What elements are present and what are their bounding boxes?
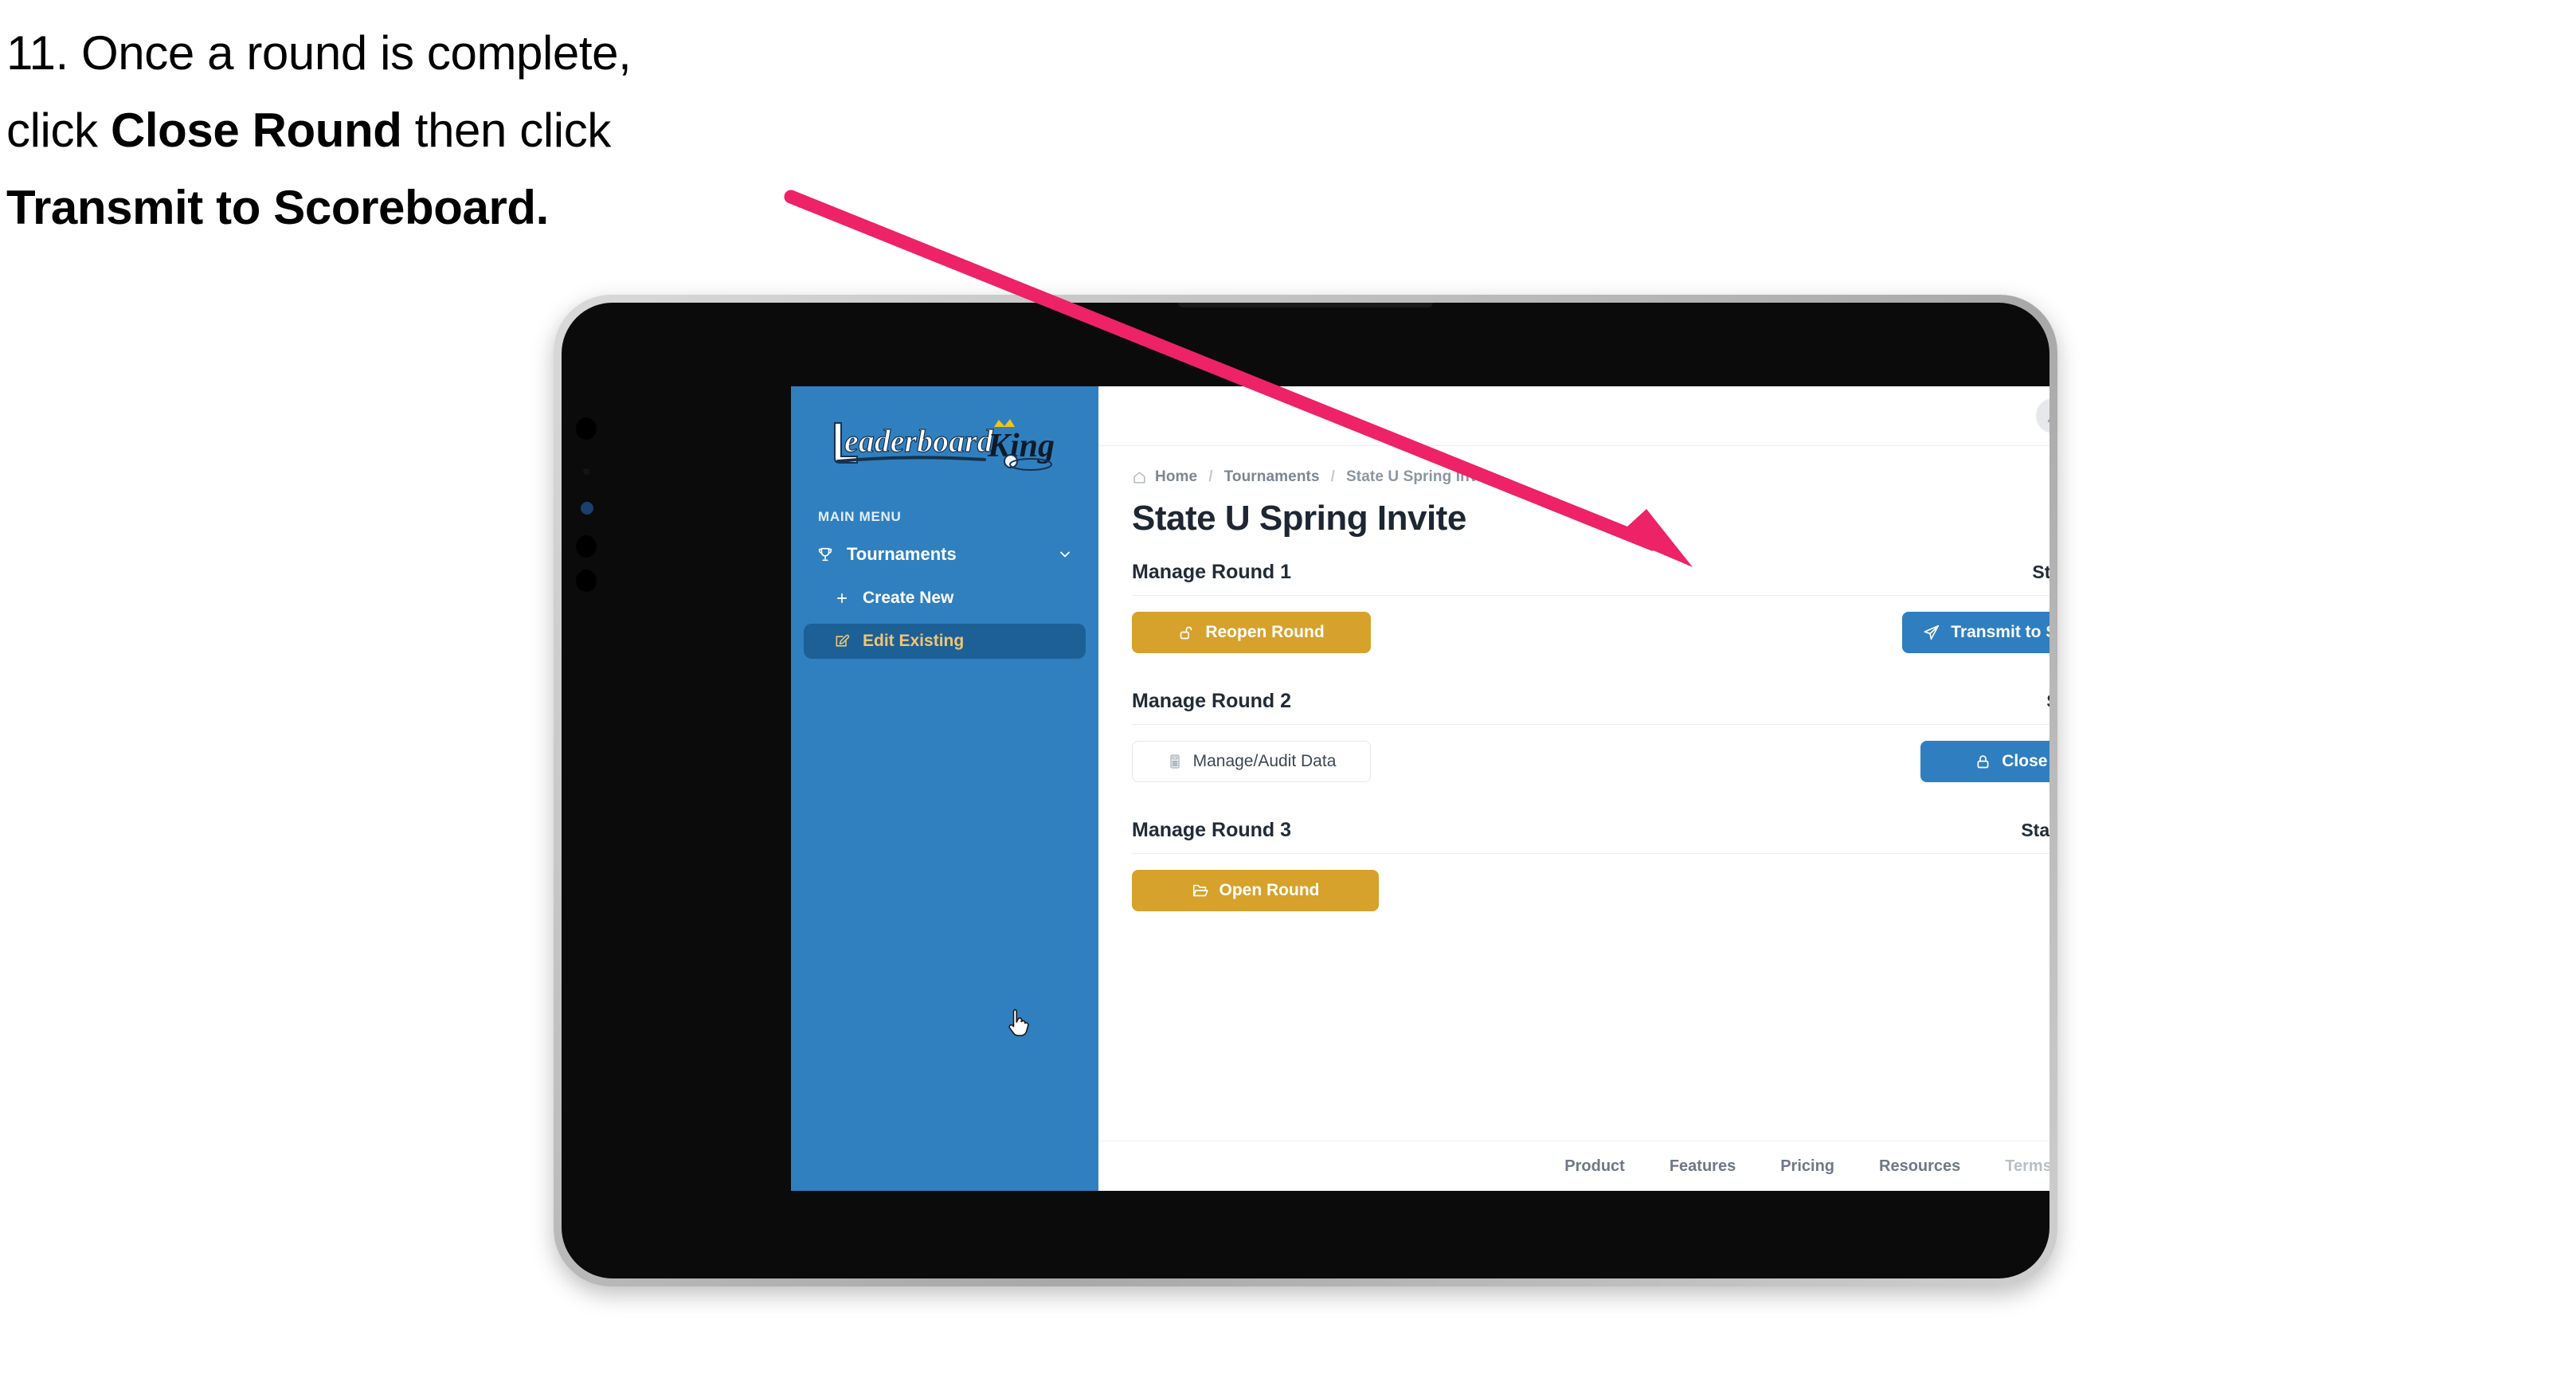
breadcrumb: Home / Tournaments / State U Spring Invi…	[1132, 468, 2049, 486]
sidebar-item-edit-existing[interactable]: Edit Existing	[804, 624, 1086, 659]
app-logo[interactable]: eaderboard King	[791, 417, 1098, 474]
page-content: Home / Tournaments / State U Spring Invi…	[1098, 446, 2049, 1141]
app-viewport: eaderboard King MAIN MENU Tournaments Cr…	[791, 386, 2049, 1191]
sidebar-item-create-new[interactable]: Create New	[804, 581, 1086, 616]
round-section-3: Manage Round 3 Status:Pending	[1132, 819, 2049, 911]
plus-icon	[831, 591, 853, 605]
tablet-notch	[1178, 303, 1433, 307]
sidebar-item-edit-existing-label: Edit Existing	[863, 632, 965, 650]
round-3-status: Status:Pending	[2021, 820, 2049, 841]
footer-link-resources[interactable]: Resources	[1879, 1157, 1960, 1176]
round-3-title: Manage Round 3	[1132, 819, 1292, 841]
status-label: Status:	[2032, 562, 2049, 582]
round-1-status: Status:Closed	[2032, 562, 2049, 583]
footer: Product Features Pricing Resources Terms…	[1098, 1141, 2049, 1191]
instruction-caption: 11. Once a round is complete, click Clos…	[6, 14, 851, 247]
round-1-header: Manage Round 1 Status:Closed	[1132, 561, 2049, 596]
close-round-button[interactable]: Close Round	[1920, 741, 2049, 782]
user-avatar-icon[interactable]	[2036, 398, 2049, 433]
edit-square-icon	[831, 633, 853, 649]
mouse-cursor-pointer-icon	[1006, 1008, 1033, 1040]
sidebar-section-label: MAIN MENU	[818, 509, 902, 524]
tablet-camera-icon	[581, 502, 593, 515]
transmit-to-scoreboard-label: Transmit to Scoreboard	[1951, 623, 2049, 641]
svg-text:eaderboard: eaderboard	[844, 423, 994, 459]
instruction-close-round-emphasis: Close Round	[110, 104, 402, 158]
breadcrumb-item-home[interactable]: Home	[1155, 468, 1197, 486]
open-round-button[interactable]: Open Round	[1132, 870, 1379, 911]
round-3-actions: Open Round	[1132, 870, 2049, 911]
sidebar: eaderboard King MAIN MENU Tournaments Cr…	[791, 386, 1098, 1191]
folder-open-icon	[1192, 882, 1209, 899]
instruction-line-1: 11. Once a round is complete,	[6, 26, 632, 80]
instruction-line-2-post: then click	[401, 104, 612, 158]
unlock-icon	[1178, 624, 1195, 641]
tablet-device: eaderboard King MAIN MENU Tournaments Cr…	[554, 295, 2057, 1286]
footer-link-product[interactable]: Product	[1564, 1157, 1625, 1176]
breadcrumb-separator: /	[1208, 468, 1213, 485]
tablet-sensor-3	[576, 535, 597, 558]
manage-audit-data-label: Manage/Audit Data	[1192, 752, 1337, 770]
footer-link-terms[interactable]: Terms	[2005, 1157, 2049, 1176]
leaderboard-king-logo-icon: eaderboard King	[834, 419, 1055, 471]
reopen-round-button[interactable]: Reopen Round	[1132, 612, 1371, 653]
main-column: Sign In Home / Tournaments /	[1098, 386, 2049, 1191]
round-1-title: Manage Round 1	[1132, 561, 1292, 583]
round-3-header: Manage Round 3 Status:Pending	[1132, 819, 2049, 854]
tablet-screen-bezel: eaderboard King MAIN MENU Tournaments Cr…	[562, 303, 2049, 1278]
status-label: Status:	[2046, 691, 2049, 711]
breadcrumb-item-tournaments[interactable]: Tournaments	[1224, 468, 1320, 486]
status-label: Status:	[2021, 820, 2049, 840]
calculator-icon	[1167, 754, 1183, 769]
tablet-sensor-1	[576, 417, 597, 440]
breadcrumb-separator: /	[1330, 468, 1336, 485]
sidebar-item-tournaments[interactable]: Tournaments	[804, 536, 1086, 573]
footer-link-features[interactable]: Features	[1670, 1157, 1736, 1176]
footer-link-pricing[interactable]: Pricing	[1780, 1157, 1834, 1176]
manage-audit-data-button[interactable]: Manage/Audit Data	[1132, 741, 1371, 782]
transmit-to-scoreboard-button[interactable]: Transmit to Scoreboard	[1902, 612, 2049, 653]
instruction-line-2-pre: click	[6, 104, 111, 158]
round-2-actions: Manage/Audit Data Close Round	[1132, 741, 2049, 782]
breadcrumb-item-current: State U Spring Invite	[1346, 468, 1496, 485]
home-icon[interactable]	[1132, 470, 1147, 485]
close-round-label: Close Round	[2002, 752, 2049, 770]
round-2-status: Status:Open	[2046, 691, 2049, 712]
page-title: State U Spring Invite	[1132, 499, 1466, 538]
instruction-transmit-emphasis: Transmit to Scoreboard.	[6, 181, 549, 235]
lock-icon	[1975, 754, 1991, 770]
round-section-1: Manage Round 1 Status:Closed	[1132, 561, 2049, 653]
top-bar: Sign In	[1098, 386, 2049, 446]
instruction-line-2: click Close Round then click	[6, 92, 851, 169]
open-round-label: Open Round	[1219, 881, 1320, 899]
round-section-2: Manage Round 2 Status:Open	[1132, 690, 2049, 782]
round-1-actions: Reopen Round Transmit to Scoreboard	[1132, 612, 2049, 653]
sidebar-item-tournaments-label: Tournaments	[847, 544, 957, 564]
trophy-icon	[816, 546, 840, 563]
paper-plane-icon	[1923, 624, 1940, 641]
sidebar-item-create-new-label: Create New	[863, 589, 954, 607]
round-2-title: Manage Round 2	[1132, 690, 1292, 712]
tablet-sensor-4	[576, 570, 597, 592]
chevron-down-icon[interactable]	[1057, 546, 1073, 562]
reopen-round-label: Reopen Round	[1205, 623, 1325, 641]
round-2-header: Manage Round 2 Status:Open	[1132, 690, 2049, 725]
instruction-line-3: Transmit to Scoreboard.	[6, 169, 851, 246]
tablet-sensor-2	[583, 468, 589, 475]
